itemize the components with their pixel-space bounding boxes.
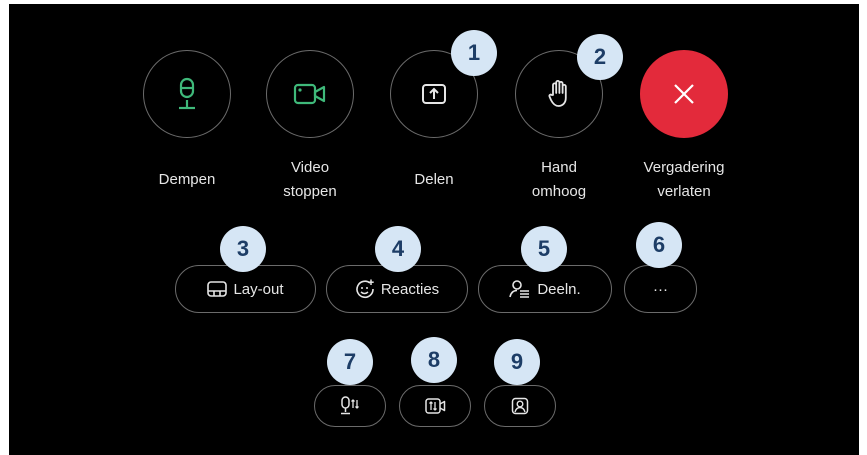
stop-video-label: Video stoppen <box>250 156 370 204</box>
callout-badge-9: 9 <box>494 339 540 385</box>
callout-badge-5: 5 <box>521 226 567 272</box>
leave-meeting-label: Vergadering verlaten <box>624 156 744 204</box>
stop-video-label-line1: Video <box>290 159 330 176</box>
reactions-button[interactable]: Reacties <box>326 265 468 313</box>
participants-label: Deeln. <box>537 280 581 298</box>
leave-meeting-button[interactable] <box>640 50 728 138</box>
leave-meeting-label-line2: verlaten <box>657 183 711 200</box>
callout-badge-3: 3 <box>220 226 266 272</box>
raise-hand-icon <box>548 80 567 107</box>
share-upload-icon <box>422 84 446 104</box>
layout-icon <box>207 281 228 297</box>
layout-button[interactable]: Lay-out <box>175 265 316 313</box>
video-settings-icon <box>425 398 446 414</box>
raise-hand-label: Hand omhoog <box>499 156 619 204</box>
audio-settings-button[interactable] <box>314 385 386 427</box>
self-view-button[interactable] <box>484 385 556 427</box>
self-view-icon <box>511 397 529 415</box>
more-options-icon: ··· <box>653 280 668 298</box>
more-options-button[interactable]: ··· <box>624 265 697 313</box>
layout-label: Lay-out <box>233 280 284 298</box>
participants-list-icon <box>509 280 530 298</box>
stop-video-button[interactable] <box>266 50 354 138</box>
stop-video-label-line2: stoppen <box>283 183 337 200</box>
participants-button[interactable]: Deeln. <box>478 265 612 313</box>
callout-badge-8: 8 <box>411 337 457 383</box>
emoji-plus-icon <box>356 279 374 299</box>
mute-button[interactable] <box>143 50 231 138</box>
callout-badge-7: 7 <box>327 339 373 385</box>
callout-badge-4: 4 <box>375 226 421 272</box>
raise-hand-label-line1: Hand <box>541 159 577 176</box>
callout-badge-2: 2 <box>577 34 623 80</box>
video-camera-icon <box>293 83 326 105</box>
microphone-icon <box>179 77 195 110</box>
leave-meeting-label-line1: Vergadering <box>643 159 725 176</box>
microphone-settings-icon <box>341 396 359 415</box>
video-settings-button[interactable] <box>399 385 471 427</box>
callout-badge-6: 6 <box>636 222 682 268</box>
raise-hand-label-line2: omhoog <box>531 183 587 200</box>
callout-badge-1: 1 <box>451 30 497 76</box>
reactions-label: Reacties <box>380 280 440 298</box>
share-label: Delen <box>414 171 454 188</box>
close-x-icon <box>674 84 694 104</box>
mute-label: Dempen <box>158 171 216 188</box>
